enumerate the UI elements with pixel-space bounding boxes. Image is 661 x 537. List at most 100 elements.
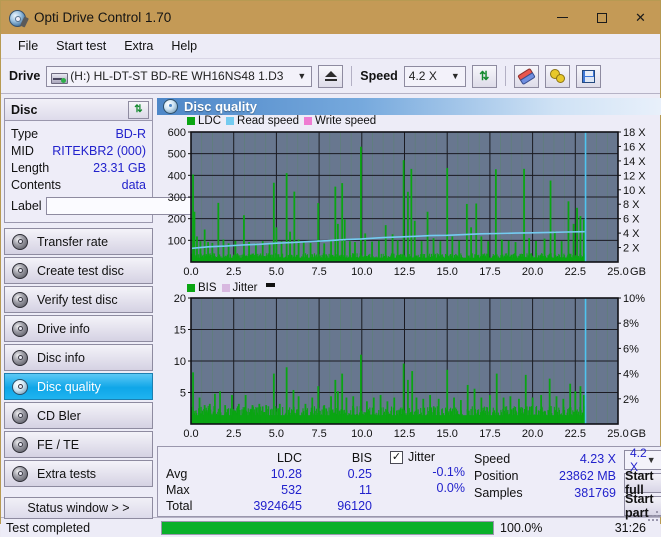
elapsed-time: 31:26: [614, 520, 646, 535]
position-row: Position 23862 MB: [474, 467, 624, 484]
speed-select[interactable]: 4.2 X ▼: [403, 65, 466, 87]
drive-label: Drive: [9, 69, 41, 83]
svg-text:14 X: 14 X: [623, 155, 646, 167]
jitter-checkbox[interactable]: ✓: [390, 450, 403, 464]
disc-icon: [12, 407, 28, 424]
sidebar-item-label: Extra tests: [37, 466, 97, 481]
app-disc-pen-icon: [8, 8, 29, 28]
stats-col-bis: BIS: [351, 451, 372, 466]
drive-select[interactable]: (H:) HL-DT-ST BD-RE WH16NS48 1.D3 ▼: [46, 65, 313, 87]
window-title: Opti Drive Control 1.70: [34, 10, 172, 25]
sidebar-item-label: FE / TE: [37, 437, 80, 452]
menu-start-test[interactable]: Start test: [47, 36, 115, 56]
eraser-icon: [517, 67, 536, 85]
svg-text:200: 200: [168, 213, 186, 225]
bis-chart-canvas[interactable]: 5 10 15 20 2% 4% 6% 8% 10% 0.0 2.5 5.0 7.5 10.0 12.5 15…: [157, 294, 654, 442]
sidebar-item-verify-test-disc[interactable]: Verify test disc: [4, 286, 153, 313]
svg-text:20.0: 20.0: [522, 428, 543, 440]
svg-text:22.5: 22.5: [565, 428, 586, 440]
disc-label-row: Label: [11, 196, 250, 216]
svg-text:2.5: 2.5: [226, 266, 241, 278]
legend-item-ldc: LDC: [187, 115, 221, 127]
maximize-icon: [596, 12, 607, 23]
svg-text:400: 400: [168, 170, 186, 182]
disc-icon: [12, 378, 28, 395]
disc-value: 23.31 GB: [93, 160, 146, 175]
svg-text:600: 600: [168, 128, 186, 139]
settings-button[interactable]: [544, 64, 570, 88]
svg-text:17.5: 17.5: [479, 428, 500, 440]
menu-file[interactable]: File: [9, 36, 47, 56]
refresh-icon: ⇅: [479, 69, 490, 83]
stats-row-total: Total 3924645 96120: [158, 498, 390, 514]
start-full-button[interactable]: Start full: [624, 469, 661, 497]
stats-value-bis: 0.25: [347, 467, 372, 482]
disc-icon: [12, 320, 28, 337]
close-button[interactable]: ✕: [621, 1, 660, 34]
svg-text:100: 100: [168, 235, 186, 247]
status-window-button[interactable]: Status window > >: [4, 497, 153, 519]
bis-chart[interactable]: 5 10 15 20 2% 4% 6% 8% 10% 0.0 2.5 5.0 7.5 10.0 12.5 15…: [157, 294, 661, 442]
stats-row-label: Max: [166, 483, 190, 498]
progress-percent-text: 100.0%: [500, 520, 543, 535]
sidebar-item-fe-te[interactable]: FE / TE: [4, 431, 153, 458]
sidebar-item-disc-info[interactable]: Disc info: [4, 344, 153, 371]
samples-value: 381769: [574, 485, 616, 500]
stats-header-row: LDC BIS: [158, 450, 390, 466]
ldc-chart-canvas[interactable]: 100 200 300 400 500 600 2 X 4 X 6 X 8 X 10 X 12 X 14…: [157, 128, 654, 280]
save-button[interactable]: [575, 64, 601, 88]
jitter-max-value: 0.0%: [436, 481, 466, 496]
ldc-chart-legend: LDC Read speed Write speed: [157, 115, 661, 128]
svg-text:12 X: 12 X: [623, 170, 646, 182]
sidebar-item-label: Drive info: [37, 321, 90, 336]
sidebar: Disc ⇅ Type BD-R MID RITEKBR2 (000) Leng…: [1, 94, 250, 519]
ldc-chart[interactable]: 100 200 300 400 500 600 2 X 4 X 6 X 8 X 10 X 12 X 14…: [157, 128, 661, 280]
samples-row: Samples 381769: [474, 484, 624, 501]
legend-item-bis: BIS: [187, 282, 217, 294]
svg-text:0.0: 0.0: [183, 428, 198, 440]
position-key: Position: [474, 468, 519, 483]
legend-swatch: [221, 283, 230, 292]
disc-key: Type: [11, 126, 39, 141]
svg-text:22.5: 22.5: [565, 266, 586, 278]
progress-fill: [162, 521, 493, 534]
page-title: Disc quality: [184, 98, 257, 114]
jitter-block: ✓ Jitter -0.1% 0.0%: [390, 447, 474, 516]
sidebar-item-cd-bler[interactable]: CD Bler: [4, 402, 153, 429]
eject-button[interactable]: [318, 64, 344, 88]
resize-grip[interactable]: [646, 509, 658, 521]
jitter-toggle-row: ✓ Jitter: [390, 450, 474, 464]
svg-text:8 X: 8 X: [623, 199, 640, 211]
disc-quality-icon: [163, 98, 178, 114]
sidebar-item-transfer-rate[interactable]: Transfer rate: [4, 228, 153, 255]
sidebar-item-create-test-disc[interactable]: Create test disc: [4, 257, 153, 284]
maximize-button[interactable]: [582, 1, 621, 34]
svg-text:5.0: 5.0: [269, 266, 284, 278]
samples-key: Samples: [474, 485, 523, 500]
disc-row-length: Length 23.31 GB: [11, 159, 146, 176]
erase-button[interactable]: [513, 64, 539, 88]
measurements-block: Speed 4.23 X Position 23862 MB Samples 3…: [474, 447, 624, 516]
speed-value: 4.23 X: [579, 451, 616, 466]
svg-text:500: 500: [168, 148, 186, 160]
disc-key: MID: [11, 143, 34, 158]
sidebar-item-label: Create test disc: [37, 263, 124, 278]
sidebar-item-extra-tests[interactable]: Extra tests: [4, 460, 153, 487]
legend-swatch: [304, 117, 313, 126]
minimize-button[interactable]: [543, 1, 582, 34]
stats-value-ldc: 10.28: [270, 467, 302, 482]
menu-extra[interactable]: Extra: [115, 36, 162, 56]
sidebar-item-disc-quality[interactable]: Disc quality: [4, 373, 153, 400]
test-speed-select[interactable]: 4.2 X ▼: [624, 446, 661, 474]
sidebar-item-drive-info[interactable]: Drive info: [4, 315, 153, 342]
refresh-button[interactable]: ⇅: [471, 64, 497, 88]
svg-text:25.0: 25.0: [607, 266, 628, 278]
window-controls: ✕: [543, 1, 660, 34]
svg-text:GB: GB: [630, 428, 646, 440]
disc-icon: [12, 262, 28, 279]
menu-help[interactable]: Help: [162, 36, 206, 56]
svg-text:12.5: 12.5: [394, 266, 415, 278]
content-area: Disc ⇅ Type BD-R MID RITEKBR2 (000) Leng…: [1, 94, 661, 520]
svg-text:10 X: 10 X: [623, 184, 646, 196]
disc-refresh-button[interactable]: ⇅: [128, 100, 149, 119]
